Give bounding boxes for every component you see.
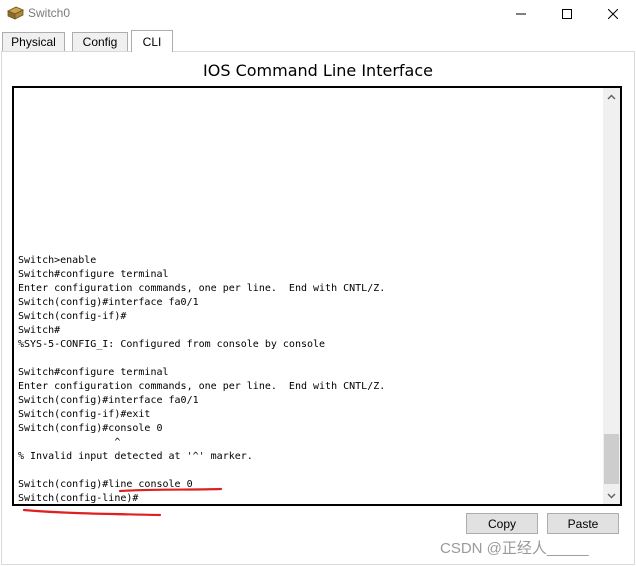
tab-physical[interactable]: Physical	[2, 32, 65, 51]
chevron-up-icon	[607, 94, 616, 99]
tab-bar: Physical Config CLI	[0, 30, 636, 52]
scroll-thumb[interactable]	[604, 434, 619, 484]
close-button[interactable]	[590, 0, 636, 28]
chevron-down-icon	[607, 493, 616, 498]
minimize-button[interactable]	[498, 0, 544, 28]
window-title: Switch0	[28, 6, 71, 20]
copy-button[interactable]: Copy	[466, 513, 538, 534]
tab-cli[interactable]: CLI	[131, 30, 173, 52]
scroll-up-button[interactable]	[603, 88, 620, 105]
terminal-output[interactable]: Switch>enable Switch#configure terminal …	[18, 254, 603, 506]
close-icon	[608, 9, 618, 19]
minimize-icon	[516, 13, 526, 15]
scroll-down-button[interactable]	[603, 487, 620, 504]
page-title: IOS Command Line Interface	[203, 61, 433, 80]
maximize-icon	[562, 9, 572, 19]
tab-config[interactable]: Config	[72, 32, 128, 51]
switch-device-icon	[6, 5, 24, 21]
cli-terminal[interactable]: Switch>enable Switch#configure terminal …	[12, 86, 622, 506]
maximize-button[interactable]	[544, 0, 590, 28]
paste-button[interactable]: Paste	[547, 513, 619, 534]
title-bar: Switch0	[0, 0, 636, 28]
terminal-scrollbar[interactable]	[603, 88, 620, 504]
watermark: CSDN @正经人_____	[440, 540, 589, 557]
